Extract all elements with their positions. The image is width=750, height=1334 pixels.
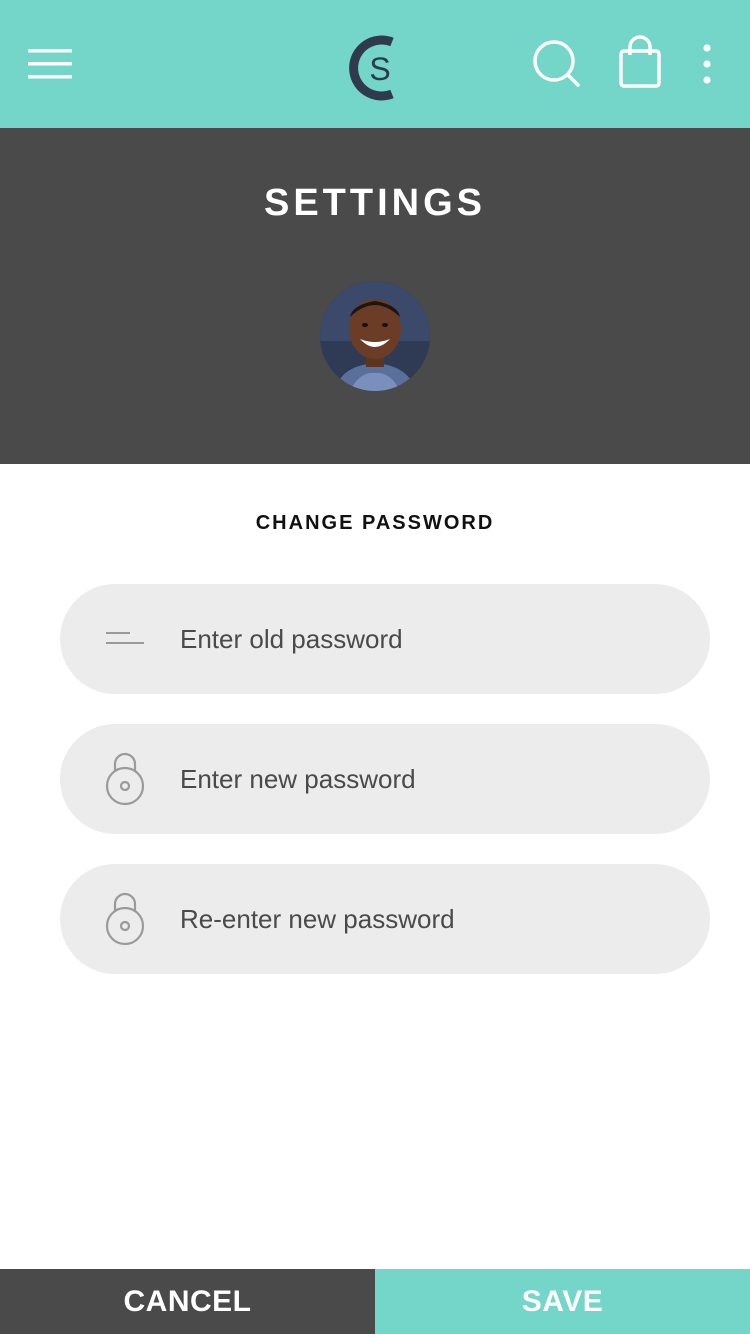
section-title: CHANGE PASSWORD: [255, 512, 495, 534]
lock-icon: [104, 889, 146, 949]
page-title: SETTINGS: [263, 182, 487, 224]
old-password-field-container: [60, 584, 710, 694]
search-icon[interactable]: [527, 34, 587, 94]
confirm-password-field-container: [60, 864, 710, 974]
settings-hero: SETTINGS: [0, 128, 750, 464]
new-password-field-container: [60, 724, 710, 834]
save-button[interactable]: SAVE: [375, 1269, 750, 1334]
hamburger-menu-icon[interactable]: [20, 34, 80, 94]
old-password-input[interactable]: [180, 584, 670, 694]
shopping-bag-icon[interactable]: [612, 30, 668, 94]
app-header: S: [0, 0, 750, 128]
svg-text:S: S: [369, 51, 390, 87]
lock-icon: [104, 749, 146, 809]
cancel-button[interactable]: CANCEL: [0, 1269, 375, 1334]
more-vertical-icon[interactable]: [690, 36, 724, 92]
confirm-password-input[interactable]: [180, 864, 670, 974]
new-password-input[interactable]: [180, 724, 670, 834]
avatar[interactable]: [320, 281, 430, 391]
password-lines-icon: [104, 609, 146, 669]
cs-logo-icon[interactable]: S: [340, 30, 410, 106]
